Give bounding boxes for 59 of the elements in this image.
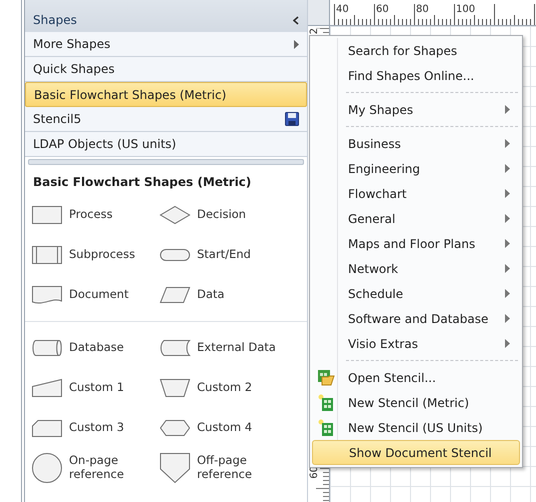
menu-item[interactable]: New Stencil (Metric) xyxy=(312,390,520,415)
ruler-number: 100 xyxy=(456,5,476,15)
parallelogram-icon xyxy=(159,284,191,306)
ruler-number: 60 xyxy=(376,5,389,15)
open-folder-icon xyxy=(317,369,335,386)
shape-label: Data xyxy=(197,288,224,302)
pentagon-icon xyxy=(159,452,191,484)
cut-corner-box-icon xyxy=(31,417,63,439)
external-data-icon xyxy=(159,337,191,359)
shape-label: Start/End xyxy=(197,248,251,262)
menu-item[interactable]: New Stencil (US Units) xyxy=(312,415,520,440)
menu-item[interactable]: Software and Database xyxy=(312,306,520,331)
menu-item[interactable]: My Shapes xyxy=(312,97,520,122)
collapse-chevron-icon[interactable] xyxy=(293,16,299,24)
sloped-box-icon xyxy=(31,377,63,399)
ruler-number: 40 xyxy=(336,5,349,15)
menu-item[interactable]: Business xyxy=(312,131,520,156)
menu-item[interactable]: General xyxy=(312,206,520,231)
circle-icon xyxy=(31,452,63,484)
menu-item[interactable]: Find Shapes Online... xyxy=(312,63,520,88)
stencil-item[interactable]: Basic Flowchart Shapes (Metric) xyxy=(25,82,307,107)
cylinder-icon xyxy=(31,337,63,359)
menu-item[interactable]: Maps and Floor Plans xyxy=(312,231,520,256)
shape-label: Custom 2 xyxy=(197,381,252,395)
stencil-item[interactable]: Stencil5 xyxy=(25,107,307,132)
shape-label: Decision xyxy=(197,208,246,222)
menu-item[interactable]: Flowchart xyxy=(312,181,520,206)
shape-label: Process xyxy=(69,208,113,222)
hexagon-icon xyxy=(159,417,191,439)
shape-label: Custom 3 xyxy=(69,421,124,435)
stencil-item[interactable]: Quick Shapes xyxy=(25,57,307,82)
menu-item[interactable]: Visio Extras xyxy=(312,331,520,356)
shape-label: On-page reference xyxy=(69,454,125,482)
trapezoid-icon xyxy=(159,377,191,399)
shape-label: External Data xyxy=(197,341,276,355)
shape-label: Database xyxy=(69,341,124,355)
ruler-number: 2 xyxy=(310,28,320,34)
shape-label: Subprocess xyxy=(69,248,136,262)
rectangle-icon xyxy=(31,204,63,226)
document-shape-icon xyxy=(31,284,63,306)
new-grid-icon xyxy=(317,419,335,436)
shape-label: Custom 1 xyxy=(69,381,124,395)
stencil-item[interactable]: LDAP Objects (US units) xyxy=(25,132,307,157)
menu-item[interactable]: Open Stencil... xyxy=(312,365,520,390)
menu-item[interactable]: Schedule xyxy=(312,281,520,306)
menu-item[interactable]: Search for Shapes xyxy=(312,38,520,63)
shape-label: Document xyxy=(69,288,129,302)
subprocess-rectangle-icon xyxy=(31,244,63,266)
ruler-number: 80 xyxy=(416,5,429,15)
menu-item[interactable]: Show Document Stencil xyxy=(312,440,520,465)
new-grid-icon xyxy=(317,394,335,411)
shape-label: Off-page reference xyxy=(197,454,253,482)
pane-title: Shapes xyxy=(33,12,77,29)
diamond-icon xyxy=(159,204,191,226)
stencil-item[interactable]: More Shapes xyxy=(25,32,307,57)
stencil-title: Basic Flowchart Shapes (Metric) xyxy=(32,174,252,191)
shape-label: Custom 4 xyxy=(197,421,252,435)
menu-item[interactable]: Network xyxy=(312,256,520,281)
menu-item[interactable]: Engineering xyxy=(312,156,520,181)
